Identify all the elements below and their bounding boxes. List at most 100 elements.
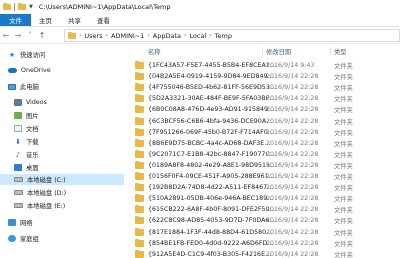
- file-row[interactable]: {9C2071C7-E1B8-42bc-8847-F19077C… 2016/9/…: [124, 149, 400, 160]
- sidebar-item-quick-access[interactable]: ★ 快速访问: [0, 49, 124, 60]
- folder-icon: [135, 194, 144, 203]
- file-row[interactable]: {04B2A5E4-0919-4159-9D84-9ED849… 2016/9/1…: [124, 71, 400, 82]
- quick-access-dropdown-icon[interactable]: ▼: [29, 4, 33, 10]
- breadcrumb-chevron-icon[interactable]: ›: [79, 32, 81, 39]
- sidebar-item-label: 本地磁盘 (C:): [27, 177, 66, 184]
- navigation-bar: ← → ˅ ↑ › Users › ADMINI~1 › AppData › L…: [0, 27, 400, 44]
- sidebar-item-drive-d[interactable]: 本地磁盘 (D:): [0, 187, 124, 198]
- column-divider[interactable]: [262, 47, 263, 55]
- file-date: 2016/9/14 22:28: [266, 206, 319, 214]
- column-divider[interactable]: [330, 47, 331, 55]
- file-name: {192B8D2A-74D8-4d22-A511-EF8467…: [148, 184, 274, 192]
- file-name: {9C2071C7-E1B8-42bc-8847-F19077C…: [148, 150, 277, 158]
- recent-locations-button[interactable]: ˅: [24, 31, 36, 40]
- sidebar-item-documents[interactable]: 文档: [0, 123, 124, 134]
- sidebar-item-drive-c[interactable]: 本地磁盘 (C:): [0, 174, 124, 185]
- folder-icon: [135, 216, 144, 225]
- sidebar-item-network[interactable]: 网络: [0, 217, 124, 228]
- sidebar-item-downloads[interactable]: ⬇ 下载: [0, 136, 124, 147]
- up-button[interactable]: ↑: [36, 31, 48, 40]
- file-name: {817E1884-1F3F-44d8-88D4-61D580…: [148, 228, 273, 236]
- breadcrumb-appdata[interactable]: AppData: [153, 32, 181, 40]
- window-title: C:\Users\ADMINI~1\AppData\Local\Temp: [38, 3, 171, 11]
- file-type: 文件夹: [334, 240, 353, 248]
- file-name: {8B6E9D75-BCBC-4a4c-AD68-DAF3E…: [148, 139, 271, 147]
- file-type: 文件夹: [334, 96, 353, 104]
- breadcrumb-admini[interactable]: ADMINI~1: [111, 32, 144, 40]
- file-row[interactable]: {1FC43A57-F5E7-4455-B5B4-EF8CEA1… 2016/9/…: [124, 60, 400, 71]
- sidebar-item-pictures[interactable]: 图片: [0, 110, 124, 121]
- folder-icon: [135, 238, 144, 247]
- file-type: 文件夹: [334, 85, 353, 93]
- file-row[interactable]: {622C8C98-AD85-4053-9D7D-7F0DA6… 2016/9/1…: [124, 215, 400, 226]
- sidebar-item-homegroup[interactable]: 家庭组: [0, 233, 124, 244]
- file-row[interactable]: {6B0C08A8-476D-4e93-AD91-915849… 2016/9/1…: [124, 104, 400, 115]
- sidebar-item-this-pc[interactable]: 此电脑: [0, 81, 124, 92]
- file-date: 2016/9/14 9:43: [266, 62, 315, 69]
- file-name: {615CB222-6A8F-4b0F-8091-DFE2F50…: [148, 206, 276, 214]
- file-date: 2016/9/14 22:28: [266, 73, 319, 81]
- drive-icon: [14, 177, 23, 182]
- file-row[interactable]: {510A2891-05DB-406e-946A-BEC189… 2016/9/1…: [124, 193, 400, 204]
- sidebar-item-onedrive[interactable]: OneDrive: [0, 65, 124, 76]
- file-name: {5D2A3321-30AE-484F-BE9F-5FA03BE…: [148, 95, 276, 103]
- address-bar[interactable]: › Users › ADMINI~1 › AppData › Local › T…: [64, 29, 400, 42]
- file-type: 文件夹: [334, 185, 353, 193]
- sidebar-item-label: Videos: [26, 99, 47, 106]
- file-row[interactable]: {4F755046-B5ED-4b62-81FF-56E9D53… 2016/9/…: [124, 82, 400, 93]
- breadcrumb-local[interactable]: Local: [189, 32, 206, 40]
- address-folder-icon: [68, 31, 76, 39]
- column-header-type[interactable]: 类型: [334, 47, 347, 56]
- sidebar-item-drive-e[interactable]: 本地磁盘 (E:): [0, 200, 124, 211]
- file-date: 2016/9/14 22:28: [266, 161, 319, 169]
- file-name: {0189A8F8-4802-4e29-A8E1-98D9515…: [148, 161, 277, 169]
- tab-view[interactable]: 查看: [89, 14, 118, 26]
- folder-icon: [135, 83, 144, 92]
- file-name: {622C8C98-AD85-4053-9D7D-7F0DA6…: [148, 217, 276, 225]
- file-type: 文件夹: [334, 229, 353, 237]
- column-header-date[interactable]: 修改日期: [266, 47, 291, 56]
- breadcrumb-chevron-icon[interactable]: ›: [184, 32, 186, 39]
- tab-share[interactable]: 共享: [60, 14, 89, 26]
- folder-icon: [135, 61, 144, 69]
- file-date: 2016/9/14 22:28: [266, 250, 319, 258]
- tab-file[interactable]: 文件: [0, 14, 31, 26]
- folder-icon: [135, 227, 144, 236]
- folder-icon: [135, 127, 144, 136]
- back-button[interactable]: ←: [0, 31, 12, 40]
- file-row[interactable]: {7F951266-069F-45b0-B72F-F714AF0… 2016/9/…: [124, 127, 400, 138]
- file-name: {6C3BCF56-C6B6-4bfa-9436-DCE90A…: [148, 117, 273, 125]
- file-row[interactable]: {0156F0F4-09CE-451F-A905-288E961… 2016/9/…: [124, 171, 400, 182]
- breadcrumb-temp[interactable]: Temp: [215, 32, 232, 40]
- file-row[interactable]: {912A5E4D-C1C9-4f03-B305-F4216E… 2016/9/1…: [124, 249, 400, 258]
- file-date: 2016/9/14 22:28: [266, 150, 319, 158]
- file-name: {854BE1FB-FED0-4d0d-9222-A6D6FD…: [148, 239, 274, 247]
- file-row[interactable]: {5D2A3321-30AE-484F-BE9F-5FA03BE… 2016/9/…: [124, 93, 400, 104]
- folder-icon: [135, 149, 144, 158]
- breadcrumb-chevron-icon[interactable]: ›: [147, 32, 149, 39]
- tab-home[interactable]: 主页: [31, 14, 60, 26]
- column-header-name[interactable]: 名称: [148, 47, 161, 56]
- file-row[interactable]: {0189A8F8-4802-4e29-A8E1-98D9515… 2016/9/…: [124, 160, 400, 171]
- file-row[interactable]: {615CB222-6A8F-4b0F-8091-DFE2F50… 2016/9/…: [124, 204, 400, 215]
- quick-access-folder-icon[interactable]: [18, 3, 26, 10]
- breadcrumb-users[interactable]: Users: [84, 32, 102, 40]
- sidebar-item-desktop[interactable]: 桌面: [0, 162, 124, 173]
- file-row[interactable]: {192B8D2A-74D8-4d22-A511-EF8467… 2016/9/1…: [124, 182, 400, 193]
- file-date: 2016/9/14 22:28: [266, 95, 319, 103]
- file-row[interactable]: {854BE1FB-FED0-4d0d-9222-A6D6FD… 2016/9/1…: [124, 238, 400, 249]
- sidebar-item-music[interactable]: ♪ 音乐: [0, 149, 124, 160]
- window-folder-icon: [3, 3, 11, 10]
- network-icon: [8, 219, 16, 226]
- sidebar-item-label: 此电脑: [20, 84, 39, 91]
- homegroup-icon: [8, 235, 16, 242]
- breadcrumb-chevron-icon[interactable]: ›: [106, 32, 108, 39]
- forward-button[interactable]: →: [12, 31, 24, 40]
- file-row[interactable]: {817E1884-1F3F-44d8-88D4-61D580… 2016/9/1…: [124, 227, 400, 238]
- sidebar-item-videos[interactable]: Videos: [0, 97, 124, 108]
- file-row[interactable]: {8B6E9D75-BCBC-4a4c-AD68-DAF3E… 2016/9/14…: [124, 138, 400, 149]
- cloud-icon: [8, 68, 17, 73]
- file-type: 文件夹: [334, 74, 353, 82]
- file-row[interactable]: {6C3BCF56-C6B6-4bfa-9436-DCE90A… 2016/9/1…: [124, 116, 400, 127]
- breadcrumb-chevron-icon[interactable]: ›: [209, 32, 211, 39]
